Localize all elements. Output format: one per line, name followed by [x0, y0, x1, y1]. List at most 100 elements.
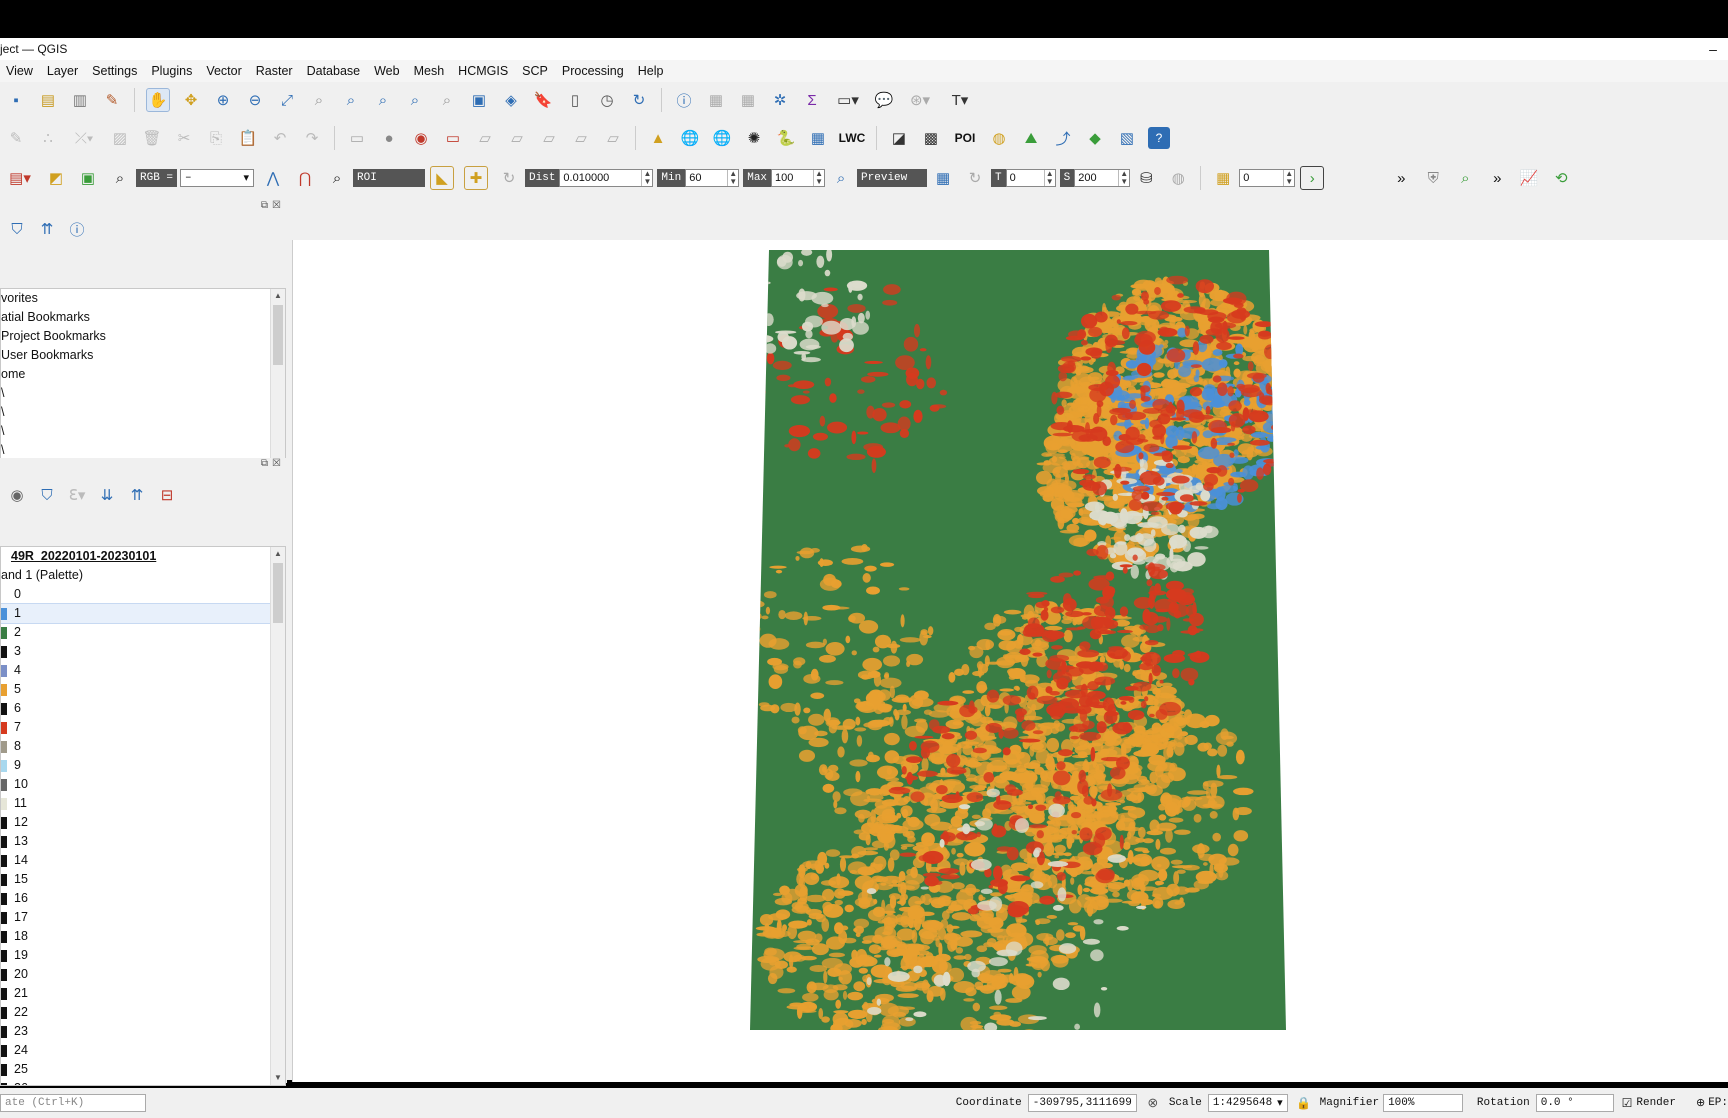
band-set-icon[interactable]: ▦ [1212, 167, 1234, 189]
crs-globe-icon[interactable]: ⊕ [1696, 1096, 1705, 1110]
refresh-icon[interactable]: ↻ [628, 89, 650, 111]
zoom-input-image-icon[interactable]: ⌕ [109, 167, 131, 189]
layer-styling-icon[interactable]: ◉ [6, 484, 28, 506]
scroll-down-icon[interactable]: ▼ [271, 1071, 285, 1085]
lock-icon[interactable]: 🔒 [1293, 1092, 1315, 1114]
locator-search-input[interactable]: ate (Ctrl+K) [0, 1094, 146, 1112]
terrain-plugin-icon[interactable]: ⛰ [1020, 127, 1042, 149]
legend-item[interactable]: 10 [1, 775, 285, 794]
render-checkbox-icon[interactable]: ☑ [1622, 1096, 1633, 1111]
pca-plugin-icon[interactable]: ▩ [920, 127, 942, 149]
legend-item[interactable]: 3 [1, 642, 285, 661]
kml-icon[interactable]: ◍ [1167, 167, 1189, 189]
scroll-up-icon[interactable]: ▲ [271, 547, 285, 561]
legend-item[interactable]: 24 [1, 1041, 285, 1060]
legend-item[interactable]: 18 [1, 927, 285, 946]
browser-item-drive[interactable]: \ [1, 422, 285, 441]
search-plugin-icon[interactable]: ⌕ [1454, 167, 1476, 189]
redo-preview-icon[interactable]: ↻ [964, 167, 986, 189]
gis-plugin-icon[interactable]: ▧ [1116, 127, 1138, 149]
expand-all-icon[interactable]: ⇊ [96, 484, 118, 506]
rotate-label-icon[interactable]: ▱ [506, 127, 528, 149]
menu-processing[interactable]: Processing [562, 64, 624, 78]
minimize-button[interactable]: – [1698, 41, 1728, 57]
band-spinbox[interactable]: 0 ▲ ▼ [1239, 169, 1296, 187]
legend-item[interactable]: 11 [1, 794, 285, 813]
legend-item[interactable]: 17 [1, 908, 285, 927]
identify-features-icon[interactable]: ⓘ [673, 89, 695, 111]
layout-manager-icon[interactable]: ▥ [69, 89, 91, 111]
rotation-field[interactable]: 0.0 ° [1535, 1094, 1614, 1112]
scp-main-icon[interactable]: ▣ [77, 167, 99, 189]
float-panel-icon[interactable]: ⧉ [261, 200, 268, 216]
processing-toolbox-icon[interactable]: ✲ [769, 89, 791, 111]
browser-item-favorites[interactable]: vorites [1, 289, 285, 308]
statistical-summary-icon[interactable]: Σ [801, 89, 823, 111]
legend-item[interactable]: 16 [1, 889, 285, 908]
pan-hand-icon[interactable]: ✋ [146, 88, 170, 112]
undo-icon[interactable]: ↶ [269, 127, 291, 149]
menu-layer[interactable]: Layer [47, 64, 78, 78]
menu-vector[interactable]: Vector [206, 64, 241, 78]
classification-preview-icon[interactable]: ▦ [932, 167, 954, 189]
legend-item[interactable]: 0 [1, 585, 285, 604]
menu-settings[interactable]: Settings [92, 64, 137, 78]
zoom-out-icon[interactable]: ⊖ [244, 89, 266, 111]
scroll-up-icon[interactable]: ▲ [271, 289, 285, 303]
scroll-thumb[interactable] [273, 563, 283, 623]
style-manager-icon[interactable]: ✎ [101, 89, 123, 111]
grid-plugin-icon[interactable]: ▦ [807, 127, 829, 149]
close-panel-icon[interactable]: ☒ [272, 458, 281, 474]
coordinate-field[interactable]: -309795,3111699 [1027, 1094, 1137, 1112]
triangle-plugin-icon[interactable]: ▲ [647, 127, 669, 149]
map-canvas[interactable] [292, 240, 1728, 1082]
menu-web[interactable]: Web [374, 64, 399, 78]
legend-item[interactable]: 19 [1, 946, 285, 965]
legend-item[interactable]: 7 [1, 718, 285, 737]
zoom-native-icon[interactable]: ⌕ [372, 89, 394, 111]
float-panel-icon[interactable]: ⧉ [261, 458, 268, 474]
python-console-icon[interactable]: 🐍 [775, 127, 797, 149]
globe-plugin2-icon[interactable]: 🌐 [711, 127, 733, 149]
browser-item-spatial-bookmarks[interactable]: atial Bookmarks [1, 308, 285, 327]
menu-plugins[interactable]: Plugins [151, 64, 192, 78]
filter-icon[interactable]: ⛉ [6, 218, 28, 240]
redo-icon[interactable]: ↷ [301, 127, 323, 149]
new-layout-icon[interactable]: ▤ [37, 89, 59, 111]
remove-layer-icon[interactable]: ⊟ [156, 484, 178, 506]
magnifier-field[interactable]: 100% [1383, 1094, 1463, 1112]
legend-item[interactable]: 1 [1, 603, 285, 624]
browser-item-user-bookmarks[interactable]: User Bookmarks [1, 346, 285, 365]
globe-yellow-icon[interactable]: ◍ [988, 127, 1010, 149]
temporal-controller-icon[interactable]: ◷ [596, 89, 618, 111]
text-annotation-icon[interactable]: T▾ [945, 89, 975, 111]
browser-item-home[interactable]: ome [1, 365, 285, 384]
local-cumulative-stretch-icon[interactable]: ⋀ [262, 167, 284, 189]
toggle-editing-icon[interactable]: ✎ [5, 127, 27, 149]
open-attribute-table-icon[interactable]: ▦ [705, 89, 727, 111]
vertex-tool-icon[interactable]: ⤫▾ [69, 127, 99, 149]
local-std-stretch-icon[interactable]: ⋂ [294, 167, 316, 189]
layers-scrollbar[interactable]: ▲ ▼ [270, 547, 285, 1085]
zoom-last-icon[interactable]: ⌕ [404, 89, 426, 111]
legend-item[interactable]: 23 [1, 1022, 285, 1041]
legend-item[interactable]: 25 [1, 1060, 285, 1079]
copy-features-icon[interactable]: ⎘ [205, 127, 227, 149]
profile-plugin-icon[interactable]: ⤴ [1052, 127, 1074, 149]
browser-item-project-bookmarks[interactable]: Project Bookmarks [1, 327, 285, 346]
zoom-preview-icon[interactable]: ⌕ [830, 167, 852, 189]
legend-item[interactable]: 5 [1, 680, 285, 699]
spider-plugin-icon[interactable]: ✺ [743, 127, 765, 149]
legend-item[interactable]: 6 [1, 699, 285, 718]
select-features-icon[interactable]: ⊛▾ [905, 89, 935, 111]
legend-item[interactable]: 4 [1, 661, 285, 680]
add-label-icon[interactable]: ◩ [45, 167, 67, 189]
zoom-temporary-roi-icon[interactable]: ⌕ [326, 167, 348, 189]
label-tool-icon[interactable]: ▭ [346, 127, 368, 149]
shield-icon[interactable]: ⛨ [1422, 167, 1444, 189]
pin-labels-icon[interactable]: ● [378, 127, 400, 149]
share-icon[interactable]: ⟲ [1550, 167, 1572, 189]
legend-item[interactable]: 2 [1, 623, 285, 642]
paste-features-icon[interactable]: 📋 [237, 127, 259, 149]
modify-attributes-icon[interactable]: ▨ [109, 127, 131, 149]
